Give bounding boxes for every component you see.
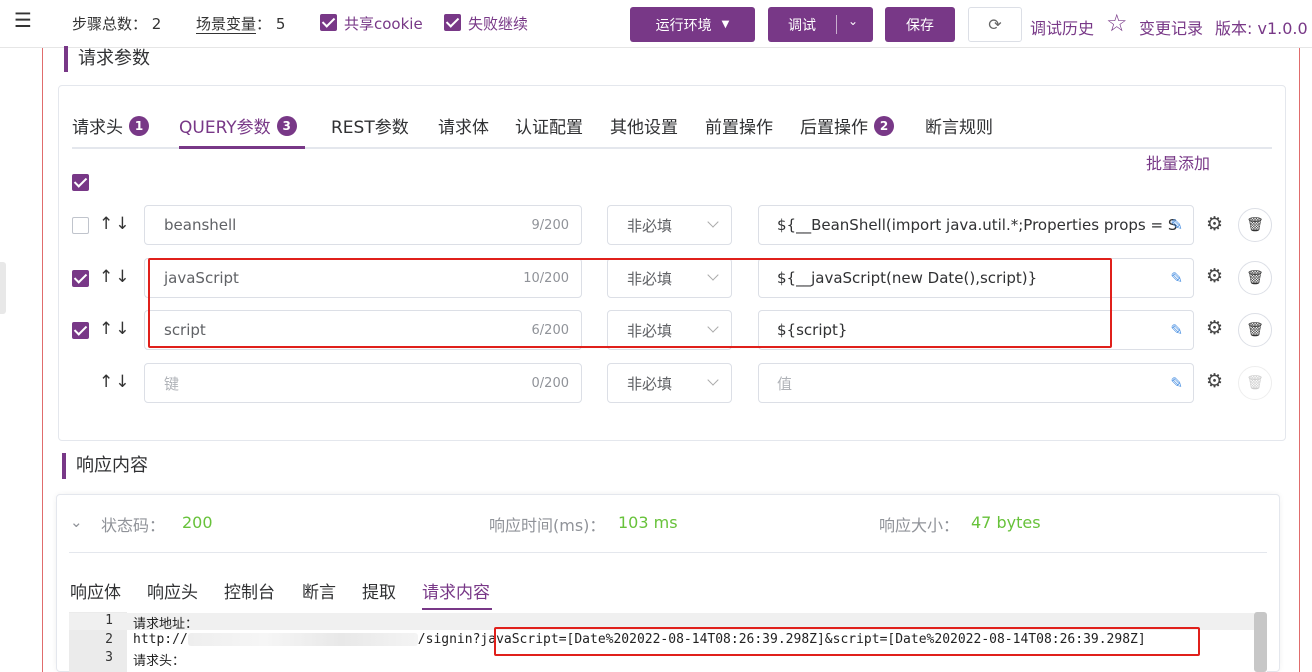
select-all-checkbox[interactable]: [72, 174, 89, 191]
tab-console[interactable]: 控制台: [224, 578, 275, 603]
change-log-link[interactable]: 变更记录: [1139, 15, 1203, 39]
settings-icon[interactable]: ⚙: [1206, 213, 1223, 235]
debug-button[interactable]: 调试: [788, 15, 816, 35]
code-line: 请求地址：: [133, 617, 199, 632]
tab-request-headers[interactable]: 请求头 1: [72, 113, 149, 138]
chevron-down-icon[interactable]: ⌄: [848, 14, 858, 28]
required-select[interactable]: 非必填: [607, 363, 732, 403]
row-checkbox[interactable]: [72, 322, 89, 339]
delete-button[interactable]: 🗑: [1238, 261, 1272, 295]
line-number: 2: [105, 632, 113, 647]
line-number: 3: [105, 650, 113, 665]
chevron-down-icon: [707, 216, 719, 228]
refresh-icon: ⟳: [988, 15, 1002, 34]
save-button[interactable]: 保存: [885, 7, 955, 42]
tab-pre-operations[interactable]: 前置操作: [705, 113, 773, 138]
required-select[interactable]: 非必填: [607, 205, 732, 245]
param-value-input[interactable]: ${__BeanShell(import java.util.*;Propert…: [758, 205, 1194, 245]
tab-request-content[interactable]: 请求内容: [422, 578, 490, 603]
delete-button: 🗑: [1238, 366, 1272, 400]
tab-query-params[interactable]: QUERY参数 3: [179, 113, 297, 138]
reorder-arrows-icon[interactable]: ↑↓: [99, 372, 132, 392]
edit-icon[interactable]: ✎: [1170, 216, 1183, 234]
highlight-box: [494, 627, 1200, 656]
active-tab-indicator: [422, 608, 492, 610]
param-value-input[interactable]: 值 ✎: [758, 363, 1194, 403]
fail-continue-checkbox[interactable]: [444, 14, 461, 31]
menu-icon[interactable]: ☰: [14, 8, 32, 32]
edit-icon[interactable]: ✎: [1170, 321, 1183, 339]
tab-other-settings[interactable]: 其他设置: [610, 113, 678, 138]
settings-icon[interactable]: ⚙: [1206, 370, 1223, 392]
run-environment-button[interactable]: 运行环境 ▼: [630, 7, 755, 42]
response-size-value: 47 bytes: [971, 513, 1041, 532]
divider: [69, 552, 1267, 553]
share-cookie-checkbox[interactable]: [320, 14, 337, 31]
tab-post-operations[interactable]: 后置操作 2: [800, 113, 894, 138]
response-time-value: 103 ms: [618, 513, 678, 532]
trash-icon: 🗑: [1246, 375, 1264, 391]
version-label: 版本: v1.0.0: [1215, 19, 1308, 38]
share-cookie-label[interactable]: 共享cookie: [344, 13, 423, 34]
trash-icon: 🗑: [1246, 217, 1264, 233]
response-title: 响应内容: [62, 453, 148, 479]
refresh-button[interactable]: ⟳: [968, 7, 1022, 42]
settings-icon[interactable]: ⚙: [1206, 317, 1223, 339]
reorder-arrows-icon[interactable]: ↑↓: [99, 214, 132, 234]
debug-split-button[interactable]: 调试 ⌄: [768, 7, 873, 42]
response-time-label: 响应时间(ms)：: [489, 516, 606, 535]
tab-extract[interactable]: 提取: [362, 578, 396, 603]
edit-icon[interactable]: ✎: [1170, 374, 1183, 392]
trash-icon: 🗑: [1246, 322, 1264, 338]
collapse-chevron-icon[interactable]: ⌄: [70, 513, 83, 531]
tab-request-body[interactable]: 请求体: [438, 113, 489, 138]
tab-response-headers[interactable]: 响应头: [147, 578, 198, 603]
debug-history-link[interactable]: 调试历史: [1030, 15, 1094, 39]
tab-assertion-rules[interactable]: 断言规则: [925, 113, 993, 138]
active-tab-indicator: [179, 146, 305, 149]
settings-icon[interactable]: ⚙: [1206, 265, 1223, 287]
side-drawer-handle[interactable]: [0, 262, 6, 314]
param-key-input[interactable]: beanshell 9/200: [144, 205, 582, 245]
batch-add-link[interactable]: 批量添加: [1146, 150, 1210, 174]
chevron-down-icon: [707, 374, 719, 386]
tab-rest-params[interactable]: REST参数: [331, 113, 409, 138]
caret-down-icon: ▼: [721, 19, 730, 30]
param-key-input[interactable]: 键 0/200: [144, 363, 582, 403]
status-code-value: 200: [182, 513, 213, 532]
row-checkbox[interactable]: [72, 217, 89, 234]
tab-auth-config[interactable]: 认证配置: [515, 113, 583, 138]
status-code-label: 状态码：: [101, 516, 166, 535]
request-params-title: 请求参数: [64, 46, 150, 72]
row-checkbox[interactable]: [72, 270, 89, 287]
edit-icon[interactable]: ✎: [1170, 269, 1183, 287]
star-icon[interactable]: ☆: [1106, 9, 1128, 37]
redacted-host: [187, 633, 418, 646]
delete-button[interactable]: 🗑: [1238, 208, 1272, 242]
reorder-arrows-icon[interactable]: ↑↓: [99, 319, 132, 339]
tab-response-body[interactable]: 响应体: [70, 578, 121, 603]
scrollbar[interactable]: [1254, 612, 1267, 672]
trash-icon: 🗑: [1246, 270, 1264, 286]
line-number: 1: [105, 613, 113, 628]
code-line: 请求头：: [133, 654, 186, 669]
reorder-arrows-icon[interactable]: ↑↓: [99, 267, 132, 287]
response-size-label: 响应大小：: [879, 516, 960, 535]
scenario-variables-link[interactable]: 场景变量： 5: [196, 13, 285, 34]
tab-assertions[interactable]: 断言: [302, 578, 336, 603]
highlight-box: [148, 258, 1112, 348]
top-toolbar: ☰ 步骤总数： 2 场景变量： 5 共享cookie 失败继续 运行环境 ▼ 调试…: [0, 0, 1312, 48]
fail-continue-label[interactable]: 失败继续: [468, 13, 528, 34]
delete-button[interactable]: 🗑: [1238, 313, 1272, 347]
step-count: 步骤总数： 2: [72, 15, 162, 33]
